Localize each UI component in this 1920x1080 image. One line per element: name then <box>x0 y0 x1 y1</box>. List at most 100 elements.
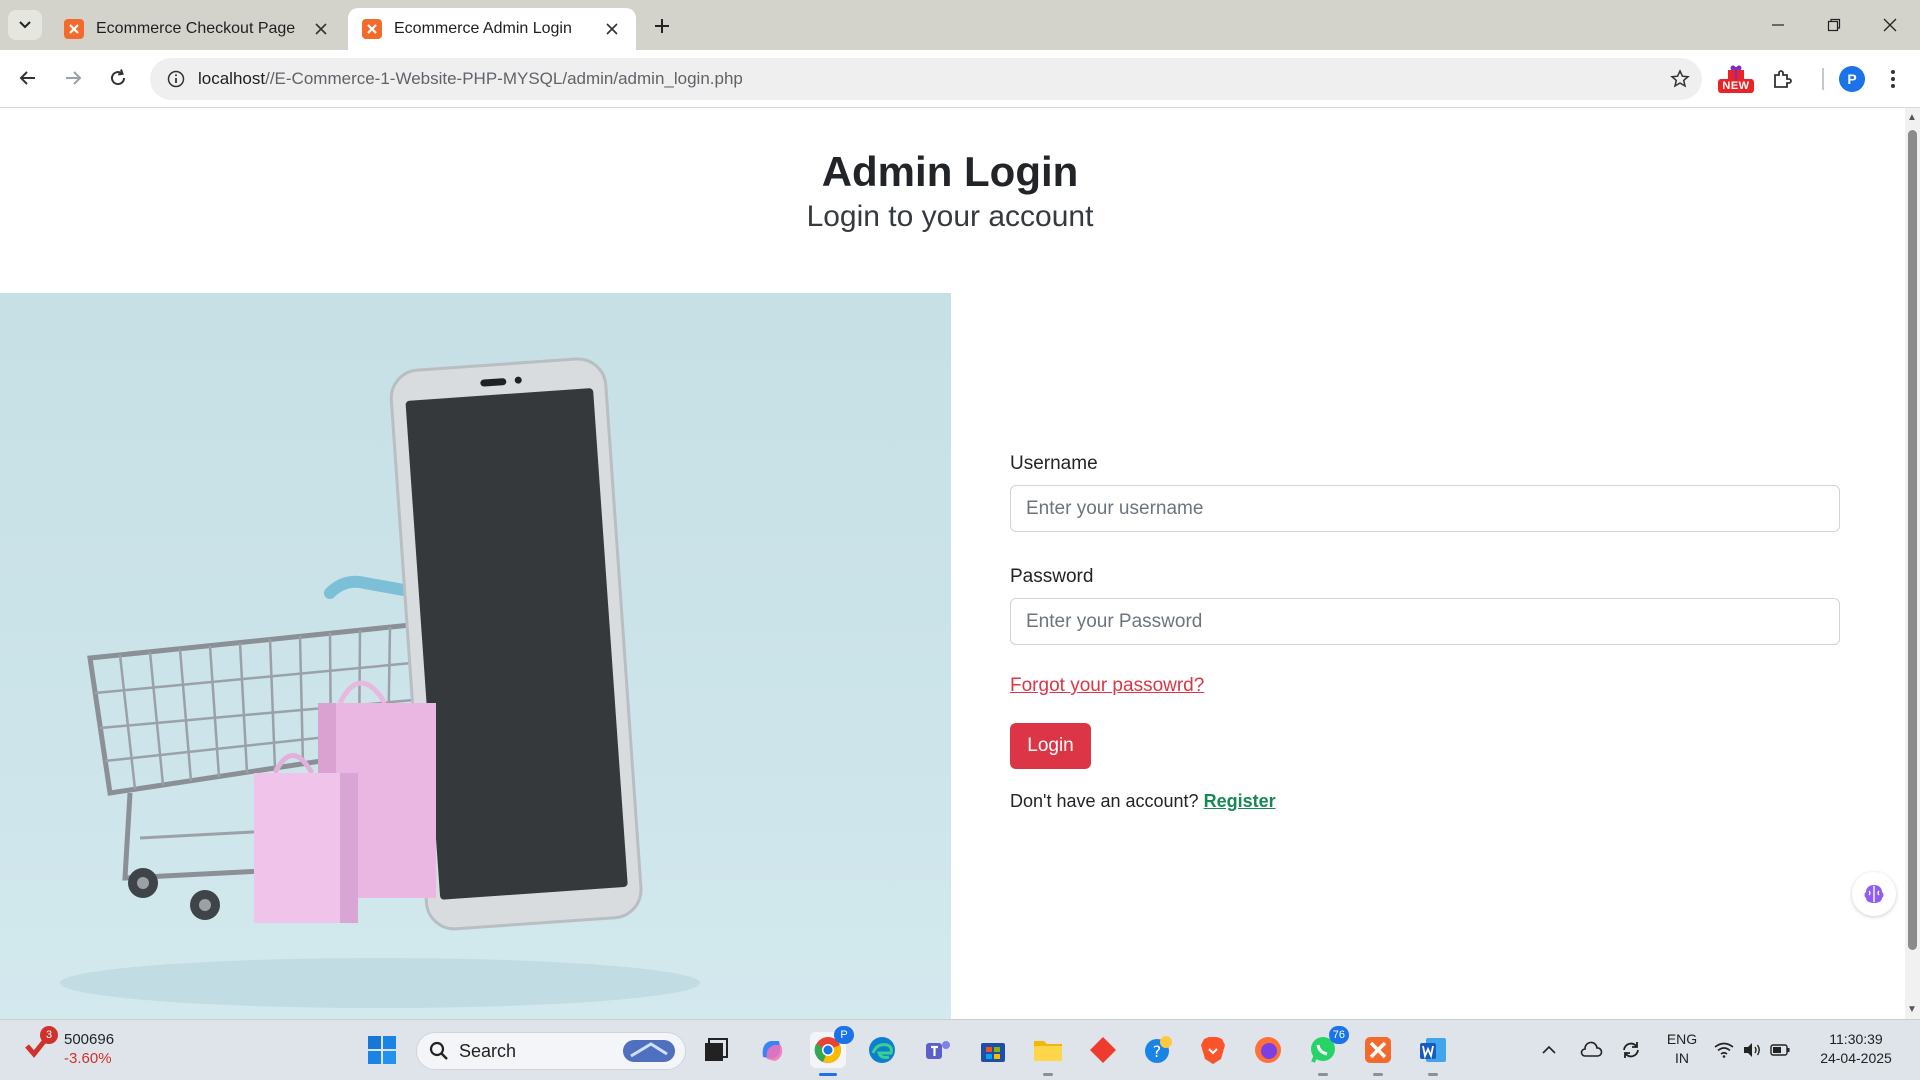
brave-app[interactable] <box>1195 1032 1231 1068</box>
tab-search-button[interactable] <box>8 10 42 40</box>
gift-new-extension[interactable]: NEW <box>1716 61 1756 97</box>
restore-icon <box>1827 18 1841 32</box>
start-button[interactable] <box>364 1032 400 1068</box>
clock[interactable]: 11:30:39 24-04-2025 <box>1806 1030 1906 1068</box>
page-scrollbar[interactable]: ▲ ▼ <box>1905 108 1920 1019</box>
chrome-app[interactable]: P <box>810 1026 854 1076</box>
forward-button[interactable] <box>55 60 91 96</box>
xampp-favicon-icon <box>64 19 84 39</box>
register-link[interactable]: Register <box>1204 791 1276 811</box>
forgot-password-link[interactable]: Forgot your passowrd? <box>1010 675 1204 697</box>
store-icon <box>981 1043 1005 1062</box>
kebab-menu-icon <box>1891 70 1895 88</box>
running-app-indicator <box>1373 1073 1383 1076</box>
bookmark-star-icon[interactable] <box>1658 69 1702 89</box>
profile-button[interactable]: P <box>1834 61 1870 97</box>
puzzle-piece-icon <box>1774 70 1792 88</box>
microsoft-store-app[interactable] <box>975 1032 1011 1068</box>
cloud-sync-icon <box>1580 1041 1603 1057</box>
new-tab-button[interactable] <box>648 12 676 40</box>
word-app[interactable] <box>1415 1032 1451 1076</box>
stock-widget[interactable]: 3 500696 -3.60% <box>24 1026 114 1068</box>
windows-taskbar: 3 500696 -3.60% Search P ? 76 ENG IN 11:… <box>0 1019 1920 1080</box>
running-app-indicator <box>1428 1073 1438 1076</box>
back-button[interactable] <box>10 60 46 96</box>
new-badge: NEW <box>1718 79 1754 93</box>
language-indicator[interactable]: ENG IN <box>1664 1030 1700 1068</box>
close-window-button[interactable] <box>1864 8 1916 42</box>
stock-text: 500696 -3.60% <box>64 1030 114 1068</box>
scroll-up-arrow-icon[interactable]: ▲ <box>1907 112 1917 123</box>
toolbar-divider <box>1822 68 1824 90</box>
teams-app[interactable] <box>920 1032 956 1068</box>
svg-text:?: ? <box>1153 1042 1162 1061</box>
active-app-indicator <box>819 1073 837 1076</box>
url-host: localhost <box>198 69 266 88</box>
tab-admin-login[interactable]: Ecommerce Admin Login <box>348 8 636 50</box>
plus-icon <box>655 19 669 33</box>
firefox-app[interactable] <box>1250 1032 1286 1068</box>
teams-icon <box>926 1041 950 1059</box>
language-code: ENG <box>1666 1031 1698 1047</box>
url-path: //E-Commerce-1-Website-PHP-MYSQL/admin/a… <box>265 69 743 88</box>
shopping-cart-phone-illustration <box>60 357 700 1008</box>
tab-checkout[interactable]: Ecommerce Checkout Page <box>50 8 345 50</box>
profile-avatar: P <box>1839 66 1865 92</box>
network-volume-battery-tray[interactable] <box>1712 1032 1792 1068</box>
whatsapp-unread-badge: 76 <box>1328 1026 1349 1044</box>
edge-icon <box>869 1037 895 1063</box>
volume-icon <box>1744 1043 1760 1057</box>
anydesk-app[interactable] <box>1085 1032 1121 1068</box>
whatsapp-app[interactable]: 76 <box>1305 1026 1349 1076</box>
page-subtitle: Login to your account <box>806 200 1094 233</box>
brain-icon <box>1864 885 1884 903</box>
xampp-app[interactable] <box>1360 1032 1396 1076</box>
login-button[interactable]: Login <box>1010 723 1091 769</box>
username-label: Username <box>1010 453 1098 474</box>
clock-date: 24-04-2025 <box>1820 1050 1892 1066</box>
ai-assistant-brain-button[interactable] <box>1852 872 1896 916</box>
password-input[interactable] <box>1010 598 1840 645</box>
close-tab-icon[interactable] <box>311 19 331 39</box>
xampp-favicon-icon <box>362 19 382 39</box>
brave-lion-icon <box>1201 1037 1225 1064</box>
scrollbar-thumb[interactable] <box>1908 130 1917 950</box>
task-view-icon <box>705 1038 728 1061</box>
battery-icon <box>1770 1044 1790 1056</box>
close-tab-icon[interactable] <box>602 19 622 39</box>
edge-app[interactable] <box>864 1032 900 1068</box>
reload-button[interactable] <box>100 60 136 96</box>
taskbar-search[interactable]: Search <box>416 1032 686 1070</box>
close-icon <box>1883 18 1897 32</box>
onedrive-tray[interactable] <box>1576 1032 1606 1068</box>
firefox-icon <box>1255 1037 1281 1063</box>
show-hidden-icons-button[interactable] <box>1536 1032 1562 1068</box>
search-icon <box>429 1041 448 1060</box>
sync-tray[interactable] <box>1616 1032 1646 1068</box>
minimize-button[interactable] <box>1752 8 1804 42</box>
copilot-app[interactable] <box>754 1032 790 1068</box>
signup-prompt-text: Don't have an account? <box>1010 791 1199 811</box>
gift-icon <box>1728 65 1744 79</box>
browser-menu-button[interactable] <box>1878 61 1908 97</box>
wifi-icon <box>1714 1042 1734 1058</box>
extensions-button[interactable] <box>1764 61 1800 97</box>
restore-button[interactable] <box>1808 8 1860 42</box>
folder-icon <box>1034 1041 1062 1061</box>
site-info-icon[interactable] <box>154 70 198 88</box>
reload-icon <box>111 69 126 86</box>
file-explorer-app[interactable] <box>1030 1032 1066 1076</box>
task-view-button[interactable] <box>698 1032 734 1068</box>
address-bar[interactable]: localhost//E-Commerce-1-Website-PHP-MYSQ… <box>150 58 1702 100</box>
forward-arrow-icon <box>66 71 82 85</box>
stock-change: -3.60% <box>64 1050 112 1067</box>
tab-title: Ecommerce Admin Login <box>394 20 572 37</box>
username-input[interactable] <box>1010 485 1840 532</box>
browser-toolbar: localhost//E-Commerce-1-Website-PHP-MYSQ… <box>0 50 1920 108</box>
browser-tab-bar: Ecommerce Checkout Page Ecommerce Admin … <box>0 0 1920 50</box>
help-icon: ? <box>1145 1036 1172 1063</box>
back-arrow-icon <box>19 71 35 85</box>
scroll-down-arrow-icon[interactable]: ▼ <box>1907 1004 1917 1015</box>
tips-app[interactable]: ? <box>1140 1032 1176 1068</box>
xampp-icon <box>1365 1037 1391 1063</box>
